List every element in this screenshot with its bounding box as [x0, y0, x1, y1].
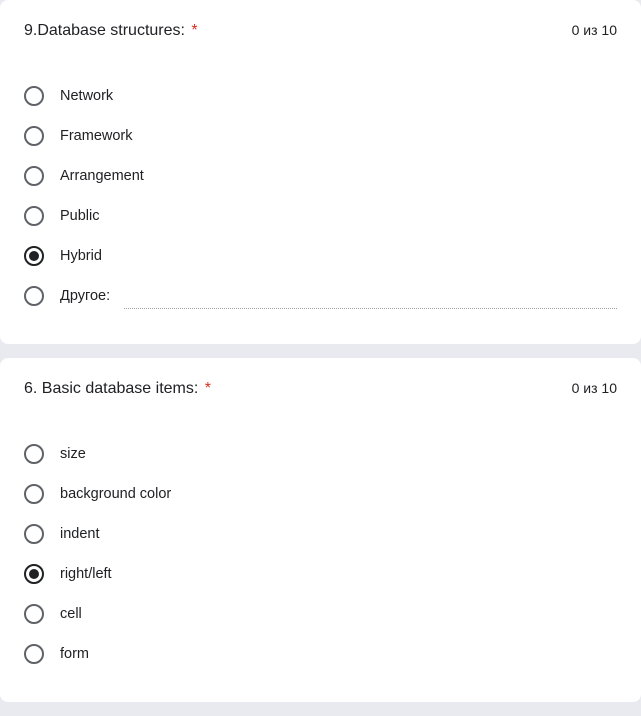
radio-icon	[24, 166, 44, 186]
option-label: Arrangement	[60, 168, 144, 184]
points-label: 0 из 10	[572, 380, 617, 396]
option-label: Network	[60, 88, 113, 104]
radio-option[interactable]: Framework	[24, 116, 617, 156]
option-label: size	[60, 446, 86, 462]
option-label: Hybrid	[60, 248, 102, 264]
question-header: 6. Basic database items: * 0 из 10	[24, 380, 617, 398]
radio-icon	[24, 246, 44, 266]
option-label: Framework	[60, 128, 133, 144]
option-label: form	[60, 646, 89, 662]
radio-icon	[24, 524, 44, 544]
radio-icon	[24, 206, 44, 226]
radio-icon	[24, 644, 44, 664]
option-label: right/left	[60, 566, 112, 582]
question-card: 6. Basic database items: * 0 из 10 size …	[0, 358, 641, 702]
radio-option[interactable]: Hybrid	[24, 236, 617, 276]
question-title: 6. Basic database items:	[24, 380, 198, 397]
radio-option[interactable]: Network	[24, 76, 617, 116]
other-input[interactable]	[124, 284, 617, 309]
radio-icon	[24, 484, 44, 504]
radio-option-other[interactable]: Другое:	[24, 276, 617, 316]
points-label: 0 из 10	[572, 22, 617, 38]
option-label: cell	[60, 606, 82, 622]
question-header: 9.Database structures: * 0 из 10	[24, 22, 617, 40]
radio-option[interactable]: background color	[24, 474, 617, 514]
question-title-wrap: 6. Basic database items: *	[24, 380, 211, 398]
required-mark: *	[205, 380, 211, 397]
radio-option[interactable]: right/left	[24, 554, 617, 594]
required-mark: *	[191, 22, 197, 39]
radio-option[interactable]: size	[24, 434, 617, 474]
other-label: Другое:	[60, 288, 110, 304]
radio-option[interactable]: Public	[24, 196, 617, 236]
radio-option[interactable]: cell	[24, 594, 617, 634]
option-label: background color	[60, 486, 171, 502]
option-label: indent	[60, 526, 100, 542]
radio-option[interactable]: Arrangement	[24, 156, 617, 196]
radio-icon	[24, 86, 44, 106]
options-group: Network Framework Arrangement Public Hyb…	[24, 76, 617, 316]
radio-option[interactable]: indent	[24, 514, 617, 554]
option-label: Public	[60, 208, 100, 224]
radio-icon	[24, 604, 44, 624]
radio-icon	[24, 126, 44, 146]
radio-icon	[24, 444, 44, 464]
radio-option[interactable]: form	[24, 634, 617, 674]
question-card: 9.Database structures: * 0 из 10 Network…	[0, 0, 641, 344]
question-title-wrap: 9.Database structures: *	[24, 22, 198, 40]
radio-icon	[24, 564, 44, 584]
question-title: 9.Database structures:	[24, 22, 185, 39]
radio-icon	[24, 286, 44, 306]
options-group: size background color indent right/left …	[24, 434, 617, 674]
